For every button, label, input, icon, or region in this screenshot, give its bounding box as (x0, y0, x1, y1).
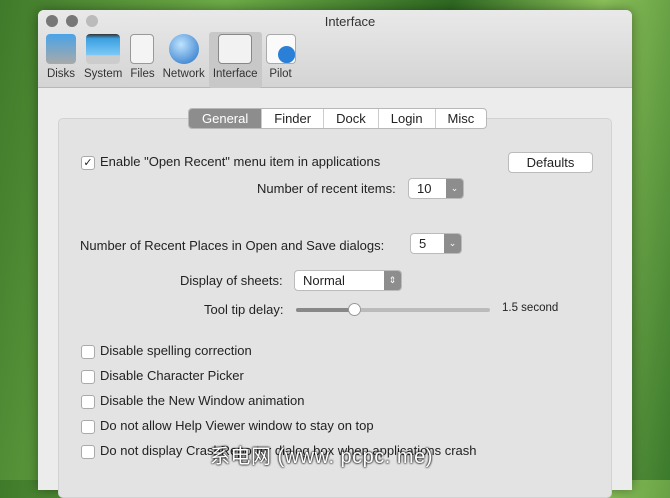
updown-icon: ⇕ (384, 271, 401, 290)
label: System (84, 68, 123, 80)
checkbox-box (81, 344, 95, 359)
files-icon (130, 34, 155, 64)
tab-login[interactable]: Login (379, 109, 436, 128)
recent-items-label: Number of recent items: (257, 181, 396, 196)
recent-places-popup[interactable]: 5 ⌄ (410, 233, 462, 254)
tab-misc[interactable]: Misc (436, 109, 487, 128)
label: Enable "Open Recent" menu item in applic… (100, 154, 381, 169)
chevron-down-icon: ⌄ (444, 234, 461, 253)
slider-fill (296, 308, 355, 312)
recent-places-label: Number of Recent Places in Open and Save… (80, 238, 385, 253)
checkmark-icon: ✓ (81, 155, 95, 170)
recent-items-popup[interactable]: 10 ⌄ (408, 178, 464, 199)
toolbar-disks[interactable]: Disks (42, 32, 80, 88)
sheets-label: Display of sheets: (180, 273, 283, 288)
tooltip-value: 1.5 second (502, 302, 559, 314)
tooltip-label: Tool tip delay: (204, 302, 284, 317)
checkbox-box (81, 369, 95, 384)
label: Do not allow Help Viewer window to stay … (100, 418, 374, 433)
open-recent-checkbox[interactable]: ✓ Enable "Open Recent" menu item in appli… (81, 154, 380, 170)
disable-character-picker-checkbox[interactable]: Disable Character Picker (81, 368, 244, 384)
label: Files (130, 68, 155, 80)
tab-finder[interactable]: Finder (262, 109, 325, 128)
interface-icon (218, 34, 253, 64)
window: Interface Disks System Files Network Int… (38, 10, 632, 498)
checkbox-box (81, 419, 95, 434)
value: 5 (419, 236, 427, 251)
label: Disable the New Window animation (100, 393, 305, 408)
tab-bar: General Finder Dock Login Misc (188, 108, 488, 129)
toolbar-interface[interactable]: Interface (208, 32, 262, 88)
defaults-button[interactable]: Defaults (508, 152, 593, 173)
titlebar: Interface Disks System Files Network Int… (38, 10, 632, 88)
disable-window-animation-checkbox[interactable]: Disable the New Window animation (81, 393, 304, 409)
pilot-icon (265, 34, 296, 64)
checkbox-box (81, 394, 95, 409)
toolbar-pilot[interactable]: Pilot (262, 32, 300, 88)
help-viewer-checkbox[interactable]: Do not allow Help Viewer window to stay … (81, 418, 374, 434)
monitor-icon (86, 34, 121, 64)
watermark: 系电网 (www. pcpc. me) (210, 446, 433, 468)
chevron-down-icon: ⌄ (446, 179, 463, 198)
toolbar-system[interactable]: System (80, 32, 126, 88)
toolbar-files[interactable]: Files (126, 32, 158, 88)
label: Pilot (269, 68, 292, 80)
tab-general[interactable]: General (189, 109, 263, 128)
disable-spelling-checkbox[interactable]: Disable spelling correction (81, 343, 252, 359)
sheets-popup[interactable]: Normal ⇕ (294, 270, 402, 291)
value: 10 (417, 181, 432, 196)
toolbar-network[interactable]: Network (159, 32, 209, 88)
window-title: Interface (324, 14, 376, 29)
label: Interface (212, 68, 258, 80)
tooltip-slider[interactable] (296, 303, 490, 316)
label: Disable Character Picker (100, 368, 244, 383)
globe-icon (168, 34, 199, 64)
label: Network (162, 68, 205, 80)
checkbox-box (81, 444, 95, 459)
label: Disks (46, 68, 76, 80)
label: Disable spelling correction (100, 343, 252, 358)
tab-dock[interactable]: Dock (324, 109, 379, 128)
disks-icon (46, 34, 76, 64)
value: Normal (303, 273, 345, 288)
